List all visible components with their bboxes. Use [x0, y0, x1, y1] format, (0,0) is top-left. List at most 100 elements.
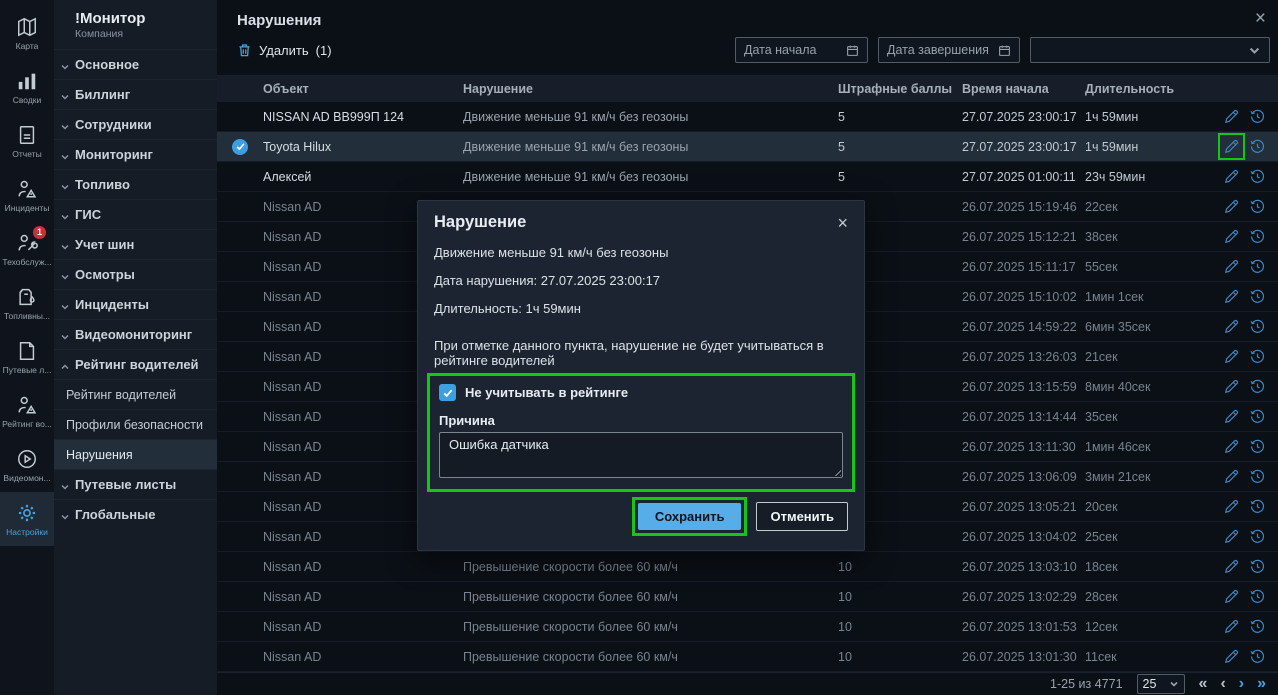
sidebar-group-мониторинг[interactable]: Мониторинг [54, 139, 217, 169]
edit-icon[interactable] [1223, 588, 1240, 605]
sidebar-group-глобальные[interactable]: Глобальные [54, 499, 217, 529]
history-icon[interactable] [1249, 618, 1266, 635]
column-header[interactable]: Объект [263, 82, 463, 96]
cell-violation: Превышение скорости более 60 км/ч [463, 650, 838, 664]
sidebar-item-нарушения[interactable]: Нарушения [54, 439, 217, 469]
history-icon[interactable] [1249, 438, 1266, 455]
driver-rating-icon [16, 394, 38, 416]
sidebar-group-осмотры[interactable]: Осмотры [54, 259, 217, 289]
rail-item-отчеты[interactable]: Отчеты [0, 114, 54, 168]
edit-icon[interactable] [1223, 258, 1240, 275]
sidebar-group-label: Мониторинг [75, 147, 153, 162]
page-size-select[interactable]: 25 [1137, 674, 1185, 694]
edit-icon[interactable] [1223, 408, 1240, 425]
sidebar-group-учет-шин[interactable]: Учет шин [54, 229, 217, 259]
history-icon[interactable] [1249, 288, 1266, 305]
rail-item-карта[interactable]: Карта [0, 6, 54, 60]
history-icon[interactable] [1249, 228, 1266, 245]
cell-object: Nissan AD [263, 650, 463, 664]
sidebar-group-основное[interactable]: Основное [54, 49, 217, 79]
sidebar-group-гис[interactable]: ГИС [54, 199, 217, 229]
close-icon[interactable]: × [1255, 9, 1266, 28]
table-row[interactable]: Nissan ADПревышение скорости более 60 км… [217, 612, 1278, 642]
checkbox-checked-icon[interactable] [439, 384, 456, 401]
history-icon[interactable] [1249, 318, 1266, 335]
sidebar-group-рейтинг-водителей[interactable]: Рейтинг водителей [54, 349, 217, 379]
table-row[interactable]: Nissan ADПревышение скорости более 60 км… [217, 582, 1278, 612]
history-icon[interactable] [1249, 528, 1266, 545]
edit-icon[interactable] [1223, 288, 1240, 305]
reason-textarea[interactable]: Ошибка датчика [439, 432, 843, 478]
history-icon[interactable] [1249, 498, 1266, 515]
rail-item-топливны-[interactable]: Топливны... [0, 276, 54, 330]
history-icon[interactable] [1249, 168, 1266, 185]
prev-page-button[interactable]: ‹ [1220, 676, 1225, 692]
row-selected-checkbox[interactable] [232, 139, 248, 155]
table-row[interactable]: АлексейДвижение меньше 91 км/ч без геозо… [217, 162, 1278, 192]
cell-start-time: 26.07.2025 13:02:29 [962, 590, 1085, 604]
next-page-button[interactable]: › [1239, 676, 1244, 692]
sidebar-group-сотрудники[interactable]: Сотрудники [54, 109, 217, 139]
rail-item-label: Карта [16, 41, 39, 51]
sidebar-group-путевые-листы[interactable]: Путевые листы [54, 469, 217, 499]
history-icon[interactable] [1249, 258, 1266, 275]
rail-item-настройки[interactable]: Настройки [0, 492, 54, 546]
edit-icon[interactable] [1223, 468, 1240, 485]
rail-item-инциденты[interactable]: Инциденты [0, 168, 54, 222]
history-icon[interactable] [1249, 108, 1266, 125]
column-header[interactable]: Штрафные баллы [838, 82, 962, 96]
history-icon[interactable] [1249, 588, 1266, 605]
history-icon[interactable] [1249, 348, 1266, 365]
rail-item-рейтинг-во-[interactable]: Рейтинг во... [0, 384, 54, 438]
cancel-button[interactable]: Отменить [756, 502, 848, 531]
date-end-input[interactable]: Дата завершения [878, 37, 1020, 63]
edit-icon[interactable] [1223, 528, 1240, 545]
edit-icon[interactable] [1223, 198, 1240, 215]
edit-icon[interactable] [1223, 168, 1240, 185]
history-icon[interactable] [1249, 198, 1266, 215]
history-icon[interactable] [1249, 558, 1266, 575]
sidebar-group-биллинг[interactable]: Биллинг [54, 79, 217, 109]
edit-icon[interactable] [1223, 138, 1240, 155]
waybill-icon [16, 340, 38, 362]
edit-icon[interactable] [1223, 378, 1240, 395]
column-header[interactable]: Время начала [962, 82, 1085, 96]
sidebar-group-инциденты[interactable]: Инциденты [54, 289, 217, 319]
table-row[interactable]: NISSAN AD ВВ999П 124Движение меньше 91 к… [217, 102, 1278, 132]
date-start-input[interactable]: Дата начала [735, 37, 868, 63]
edit-icon[interactable] [1223, 348, 1240, 365]
edit-icon[interactable] [1223, 318, 1240, 335]
sidebar-group-видеомониторинг[interactable]: Видеомониторинг [54, 319, 217, 349]
table-row[interactable]: Nissan ADПревышение скорости более 60 км… [217, 642, 1278, 672]
filter-select[interactable] [1030, 37, 1270, 63]
table-row[interactable]: Toyota HiluxДвижение меньше 91 км/ч без … [217, 132, 1278, 162]
table-row[interactable]: Nissan ADПревышение скорости более 60 км… [217, 552, 1278, 582]
rail-item-техобслуж-[interactable]: 1Техобслуж... [0, 222, 54, 276]
history-icon[interactable] [1249, 378, 1266, 395]
delete-button[interactable]: Удалить (1) [237, 42, 332, 58]
last-page-button[interactable]: » [1257, 676, 1266, 692]
save-button[interactable]: Сохранить [638, 503, 742, 530]
history-icon[interactable] [1249, 138, 1266, 155]
sidebar-item-рейтинг-водителей[interactable]: Рейтинг водителей [54, 379, 217, 409]
history-icon[interactable] [1249, 468, 1266, 485]
edit-icon[interactable] [1223, 558, 1240, 575]
edit-icon[interactable] [1223, 498, 1240, 515]
sidebar-item-профили-безопасности[interactable]: Профили безопасности [54, 409, 217, 439]
history-icon[interactable] [1249, 648, 1266, 665]
edit-icon[interactable] [1223, 648, 1240, 665]
rail-item-видеомон-[interactable]: Видеомон... [0, 438, 54, 492]
rail-item-сводки[interactable]: Сводки [0, 60, 54, 114]
column-header[interactable]: Нарушение [463, 82, 838, 96]
column-header[interactable]: Длительность [1085, 82, 1222, 96]
history-icon[interactable] [1249, 408, 1266, 425]
exclude-rating-checkbox[interactable]: Не учитывать в рейтинге [439, 384, 843, 401]
first-page-button[interactable]: « [1199, 676, 1208, 692]
modal-close-icon[interactable]: × [837, 214, 848, 232]
rail-item-путевые-л-[interactable]: Путевые л... [0, 330, 54, 384]
edit-icon[interactable] [1223, 438, 1240, 455]
edit-icon[interactable] [1223, 228, 1240, 245]
edit-icon[interactable] [1223, 618, 1240, 635]
sidebar-group-топливо[interactable]: Топливо [54, 169, 217, 199]
edit-icon[interactable] [1223, 108, 1240, 125]
